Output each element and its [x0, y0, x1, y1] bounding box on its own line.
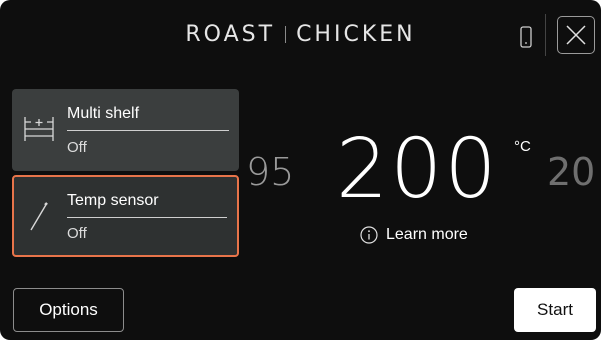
options-button[interactable]: Options	[13, 288, 124, 332]
temp-sensor-label: Temp sensor	[67, 192, 159, 209]
header-divider	[545, 14, 546, 56]
oven-screen: ROAST CHICKEN Multi shelf Off Temp senso…	[0, 0, 601, 340]
close-icon	[566, 25, 586, 45]
temperature-current[interactable]: 200	[336, 122, 499, 217]
temperature-next[interactable]: 20	[547, 150, 601, 194]
temp-sensor-icon	[30, 202, 48, 231]
page-title: ROAST CHICKEN	[0, 22, 601, 47]
multi-shelf-panel[interactable]: Multi shelf Off	[12, 89, 239, 171]
learn-more-link[interactable]: Learn more	[360, 226, 468, 244]
title-left: ROAST	[185, 22, 276, 47]
multi-shelf-label: Multi shelf	[67, 105, 140, 122]
temp-sensor-panel[interactable]: Temp sensor Off	[12, 175, 239, 257]
close-button[interactable]	[557, 16, 595, 54]
temp-sensor-divider	[67, 217, 227, 218]
multi-shelf-value: Off	[67, 139, 87, 156]
temperature-prev[interactable]: 95	[246, 150, 294, 194]
start-button[interactable]: Start	[514, 288, 596, 332]
multi-shelf-icon	[24, 117, 54, 141]
info-icon	[360, 226, 378, 244]
temperature-unit: °C	[514, 138, 531, 155]
multi-shelf-divider	[67, 130, 229, 131]
learn-more-label: Learn more	[386, 226, 468, 243]
title-separator	[285, 26, 287, 43]
temp-sensor-value: Off	[67, 225, 87, 242]
title-right: CHICKEN	[296, 22, 416, 47]
phone-icon[interactable]	[519, 26, 533, 48]
